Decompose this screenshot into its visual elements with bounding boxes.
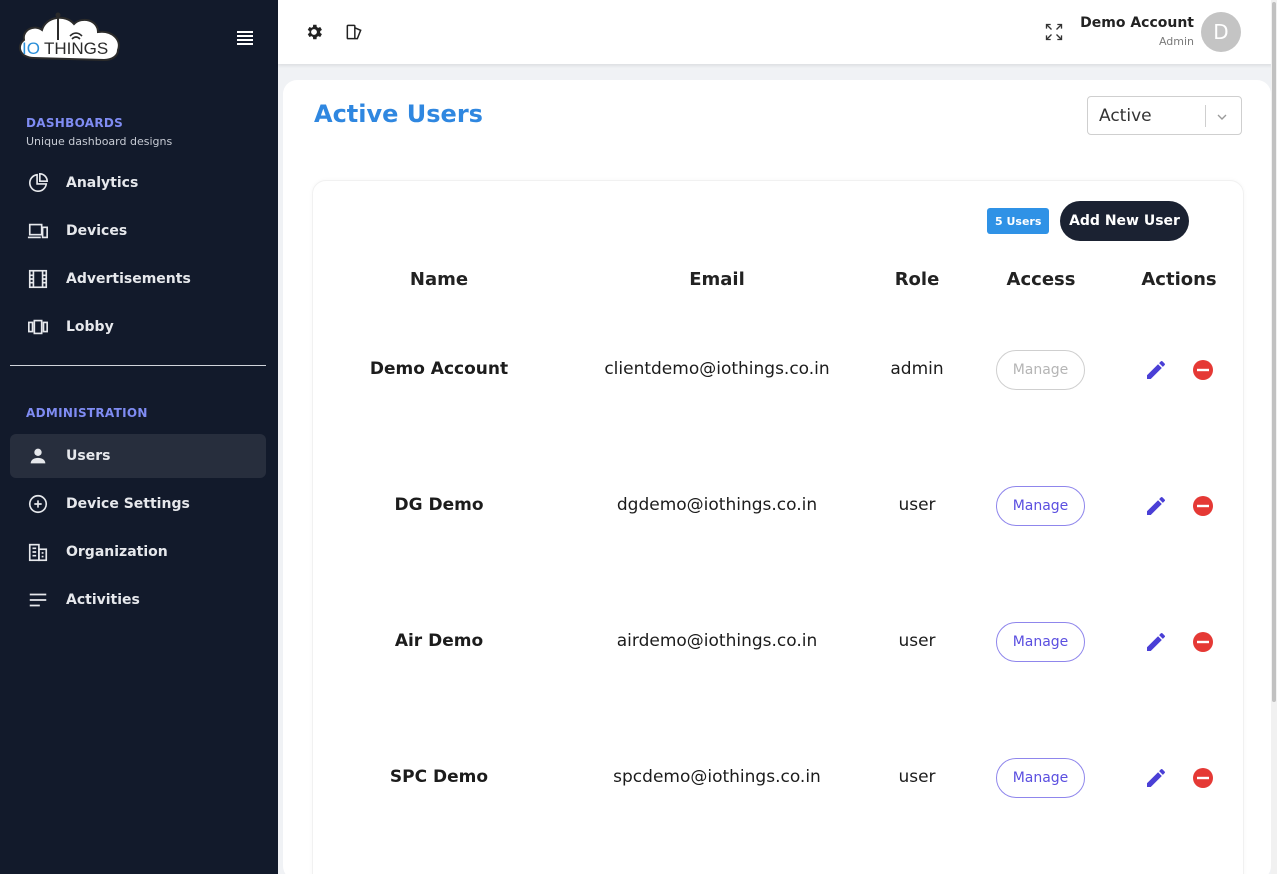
- sidebar-item-users[interactable]: Users: [10, 434, 266, 478]
- dashboards-section-subtitle: Unique dashboard designs: [26, 135, 173, 148]
- sidebar-item-lobby[interactable]: Lobby: [10, 305, 266, 349]
- sidebar-item-organization[interactable]: Organization: [10, 530, 266, 574]
- page-title: Active Users: [314, 100, 483, 128]
- account-name[interactable]: Demo Account: [1080, 15, 1194, 31]
- user-email: airdemo@iothings.co.in: [616, 631, 818, 651]
- delete-icon[interactable]: [1191, 358, 1215, 382]
- devices-icon: [26, 219, 50, 243]
- user-role: user: [898, 767, 936, 787]
- manage-access-button[interactable]: Manage: [996, 758, 1085, 798]
- user-role: user: [898, 495, 936, 515]
- pie-chart-icon: [26, 171, 50, 195]
- sidebar-item-label: Advertisements: [66, 271, 191, 287]
- users-table-card: 5 Users Add New User Name Email Role Acc…: [312, 180, 1244, 874]
- sidebar-item-label: Analytics: [66, 175, 139, 191]
- user-email: dgdemo@iothings.co.in: [616, 495, 818, 515]
- edit-icon[interactable]: [1144, 766, 1168, 790]
- chevron-down-icon: [1217, 114, 1227, 120]
- iothings-logo[interactable]: IO THINGS: [14, 10, 126, 66]
- status-filter-value: Active: [1099, 106, 1152, 126]
- svg-text:THINGS: THINGS: [44, 39, 108, 58]
- manage-access-button[interactable]: Manage: [996, 486, 1085, 526]
- column-header-actions: Actions: [1141, 269, 1217, 290]
- sidebar-item-label: Devices: [66, 223, 128, 239]
- topbar: Demo Account Admin D: [278, 0, 1273, 64]
- sidebar: IO THINGS DASHBOARDS Unique dashboard de…: [0, 0, 278, 874]
- user-email: spcdemo@iothings.co.in: [613, 767, 821, 787]
- film-icon: [26, 267, 50, 291]
- delete-icon[interactable]: [1191, 630, 1215, 654]
- edit-icon[interactable]: [1144, 630, 1168, 654]
- plus-circle-icon: [26, 492, 50, 516]
- user-email: clientdemo@iothings.co.in: [604, 359, 830, 379]
- svg-text:IO: IO: [22, 39, 40, 58]
- sidebar-item-label: Users: [66, 448, 111, 464]
- lines-icon: [26, 588, 50, 612]
- sidebar-item-activities[interactable]: Activities: [10, 578, 266, 622]
- main-content: Active Users Active 5 Users Add New User…: [283, 80, 1271, 874]
- user-name: Air Demo: [394, 631, 484, 651]
- select-separator: [1205, 105, 1206, 127]
- delete-icon[interactable]: [1191, 766, 1215, 790]
- user-name: SPC Demo: [389, 767, 489, 787]
- sidebar-item-devices[interactable]: Devices: [10, 209, 266, 253]
- page-scrollbar[interactable]: [1271, 0, 1277, 874]
- fullscreen-icon[interactable]: [1044, 22, 1064, 42]
- lobby-icon: [26, 315, 50, 339]
- user-role: user: [898, 631, 936, 651]
- sidebar-divider: [10, 365, 266, 366]
- sidebar-item-label: Organization: [66, 544, 168, 560]
- sidebar-item-analytics[interactable]: Analytics: [10, 161, 266, 205]
- manage-access-button[interactable]: Manage: [996, 622, 1085, 662]
- dashboards-section-title: DASHBOARDS: [26, 116, 124, 130]
- user-icon: [26, 444, 50, 468]
- sidebar-item-label: Device Settings: [66, 496, 190, 512]
- user-name: Demo Account: [369, 359, 509, 379]
- edit-icon[interactable]: [1144, 358, 1168, 382]
- sidebar-item-device-settings[interactable]: Device Settings: [10, 482, 266, 526]
- avatar[interactable]: D: [1201, 12, 1241, 52]
- column-header-access: Access: [1006, 269, 1076, 290]
- user-role: admin: [890, 359, 944, 379]
- sidebar-item-label: Lobby: [66, 319, 114, 335]
- scrollbar-thumb[interactable]: [1272, 2, 1276, 702]
- administration-section-title: ADMINISTRATION: [26, 406, 148, 420]
- add-new-user-button[interactable]: Add New User: [1060, 201, 1189, 241]
- account-role: Admin: [1158, 35, 1194, 48]
- delete-icon[interactable]: [1191, 494, 1215, 518]
- manage-access-button[interactable]: Manage: [996, 350, 1085, 390]
- sidebar-item-label: Activities: [66, 592, 140, 608]
- user-name: DG Demo: [394, 495, 484, 515]
- building-icon: [26, 540, 50, 564]
- sidebar-item-advertisements[interactable]: Advertisements: [10, 257, 266, 301]
- column-header-email: Email: [689, 269, 745, 290]
- column-header-name: Name: [409, 269, 469, 290]
- edit-icon[interactable]: [1144, 494, 1168, 518]
- gear-icon[interactable]: [304, 22, 324, 42]
- user-count-badge: 5 Users: [987, 208, 1050, 234]
- status-filter-select[interactable]: Active: [1087, 96, 1242, 135]
- menu-toggle-icon[interactable]: [237, 31, 253, 45]
- theme-icon[interactable]: [344, 22, 364, 42]
- column-header-role: Role: [894, 269, 940, 290]
